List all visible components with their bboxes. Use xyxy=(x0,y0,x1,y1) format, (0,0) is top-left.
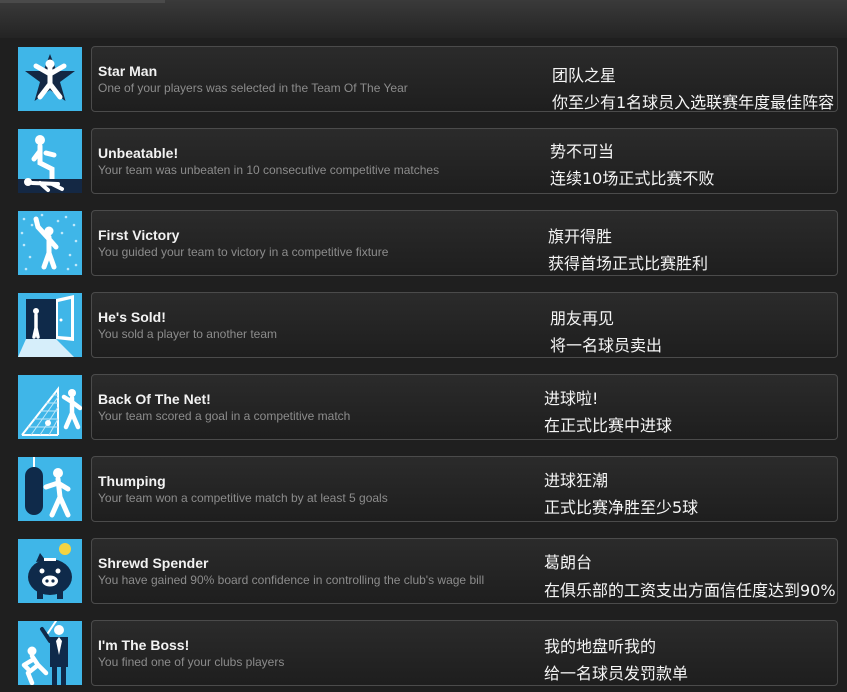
achievement-title: Thumping xyxy=(98,473,166,489)
achievement-row[interactable]: He's Sold! You sold a player to another … xyxy=(18,292,838,358)
achievement-title-zh: 旗开得胜 xyxy=(548,227,613,246)
achievement-description-zh: 连续10场正式比赛不败 xyxy=(550,169,715,188)
achievement-card: Shrewd Spender You have gained 90% board… xyxy=(91,538,838,604)
first-victory-icon xyxy=(18,211,82,275)
achievement-description: You fined one of your clubs players xyxy=(98,655,285,669)
achievement-title: First Victory xyxy=(98,227,180,243)
achievement-description-zh: 在俱乐部的工资支出方面信任度达到90% xyxy=(544,581,836,600)
unbeatable-icon xyxy=(18,129,82,193)
achievement-row[interactable]: Unbeatable! Your team was unbeaten in 10… xyxy=(18,128,838,194)
achievement-card: Back Of The Net! Your team scored a goal… xyxy=(91,374,838,440)
piggy-bank-icon xyxy=(18,539,82,603)
achievement-title: Shrewd Spender xyxy=(98,555,209,571)
punching-bag-icon xyxy=(18,457,82,521)
achievement-card: I'm The Boss! You fined one of your club… xyxy=(91,620,838,686)
achievement-description: You sold a player to another team xyxy=(98,327,278,341)
achievement-title: He's Sold! xyxy=(98,309,166,325)
achievement-description-zh: 正式比赛净胜至少5球 xyxy=(544,498,699,517)
achievement-description: You guided your team to victory in a com… xyxy=(98,245,389,259)
achievement-description: Your team was unbeaten in 10 consecutive… xyxy=(98,163,440,177)
achievement-description-zh: 在正式比赛中进球 xyxy=(544,416,673,435)
achievement-row[interactable]: First Victory You guided your team to vi… xyxy=(18,210,838,276)
achievement-description-zh: 将一名球员卖出 xyxy=(550,336,663,355)
achievement-row[interactable]: I'm The Boss! You fined one of your club… xyxy=(18,620,838,686)
achievement-title: Unbeatable! xyxy=(98,145,179,161)
achievement-title-zh: 势不可当 xyxy=(550,142,615,161)
achievement-description: You have gained 90% board confidence in … xyxy=(98,573,485,587)
achievement-title-zh: 我的地盘听我的 xyxy=(544,637,657,656)
achievement-title-zh: 朋友再见 xyxy=(550,309,615,328)
achievement-description-zh: 获得首场正式比赛胜利 xyxy=(548,254,709,273)
achievement-title-zh: 葛朗台 xyxy=(544,553,593,572)
achievement-title: I'm The Boss! xyxy=(98,637,190,653)
achievement-card: He's Sold! You sold a player to another … xyxy=(91,292,838,358)
achievement-title: Back Of The Net! xyxy=(98,391,211,407)
achievement-title-zh: 进球啦! xyxy=(544,389,599,408)
achievement-row[interactable]: Star Man One of your players was selecte… xyxy=(18,46,838,112)
achievement-row[interactable]: Shrewd Spender You have gained 90% board… xyxy=(18,538,838,604)
achievement-title-zh: 进球狂潮 xyxy=(544,471,609,490)
achievement-card: First Victory You guided your team to vi… xyxy=(91,210,838,276)
boss-icon xyxy=(18,621,82,685)
door-exit-icon xyxy=(18,293,82,357)
star-man-icon xyxy=(18,47,82,111)
achievement-description-zh: 给一名球员发罚款单 xyxy=(544,664,689,683)
achievement-row[interactable]: Thumping Your team won a competitive mat… xyxy=(18,456,838,522)
achievement-card: Unbeatable! Your team was unbeaten in 10… xyxy=(91,128,838,194)
achievement-title-zh: 团队之星 xyxy=(552,66,617,85)
achievement-description: Your team won a competitive match by at … xyxy=(98,491,388,505)
achievement-description: One of your players was selected in the … xyxy=(98,81,408,95)
achievement-description: Your team scored a goal in a competitive… xyxy=(98,409,351,423)
achievement-row[interactable]: Back Of The Net! Your team scored a goal… xyxy=(18,374,838,440)
achievement-description-zh: 你至少有1名球员入选联赛年度最佳阵容 xyxy=(552,93,835,112)
goal-net-icon xyxy=(18,375,82,439)
achievement-list: Star Man One of your players was selecte… xyxy=(0,0,847,692)
achievement-card: Thumping Your team won a competitive mat… xyxy=(91,456,838,522)
achievement-title: Star Man xyxy=(98,63,158,79)
achievement-card: Star Man One of your players was selecte… xyxy=(91,46,838,112)
